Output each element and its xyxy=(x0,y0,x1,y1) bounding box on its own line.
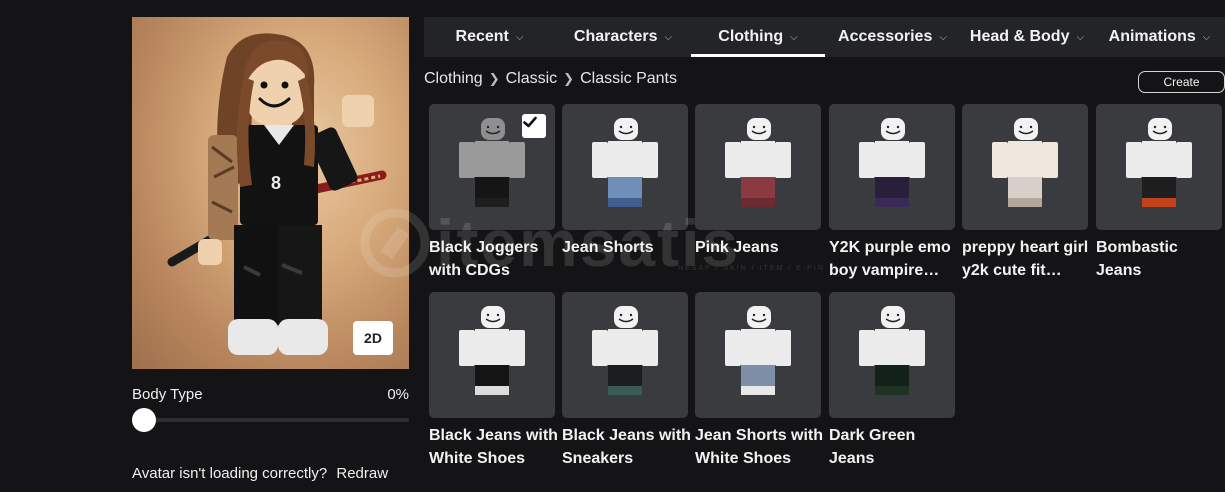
item-avatar-image xyxy=(725,118,791,207)
breadcrumb: Clothing ❯ Classic ❯ Classic Pants xyxy=(424,70,677,88)
item-avatar-image xyxy=(859,306,925,395)
item-card[interactable]: Y2K purple emo boy vampire… xyxy=(829,104,955,282)
redraw-row: Avatar isn't loading correctly? Redraw xyxy=(132,465,388,482)
tab-label: Animations xyxy=(1108,28,1196,45)
item-name[interactable]: Black Jeans with White Shoes xyxy=(429,424,559,470)
item-name[interactable]: Black Jeans with Sneakers xyxy=(562,424,692,470)
item-name[interactable]: Black Joggers with CDGs xyxy=(429,236,559,282)
watermark-subtext: HESAP / SKIN / ITEM / E-PIN xyxy=(678,265,825,272)
item-name[interactable]: Y2K purple emo boy vampire… xyxy=(829,236,959,282)
item-avatar-image xyxy=(859,118,925,207)
body-type-slider-track[interactable] xyxy=(140,418,409,422)
item-name[interactable]: Bombastic Jeans xyxy=(1096,236,1225,282)
chevron-down-icon: ⌵ xyxy=(1202,31,1211,43)
item-card[interactable]: Jean Shorts with White Shoes xyxy=(695,292,823,470)
item-card[interactable]: Bombastic Jeans xyxy=(1096,104,1222,282)
item-name[interactable]: Jean Shorts with White Shoes xyxy=(695,424,825,470)
tab-accessories[interactable]: Accessories ⌵ xyxy=(825,17,960,57)
category-tab-bar: Recent ⌵ Characters ⌵ Clothing ⌵ Accessorie… xyxy=(424,17,1225,57)
item-name[interactable]: Pink Jeans xyxy=(695,236,825,259)
tab-label: Characters xyxy=(573,28,658,45)
body-type-value: 0% xyxy=(387,386,409,403)
breadcrumb-item-clothing[interactable]: Clothing xyxy=(424,70,483,88)
avatar-figure: 8 xyxy=(167,33,387,355)
item-card[interactable]: Jean Shorts xyxy=(562,104,688,259)
item-avatar-image xyxy=(592,118,658,207)
item-thumbnail[interactable] xyxy=(1096,104,1222,230)
breadcrumb-item-classic-pants: Classic Pants xyxy=(580,70,677,87)
item-card[interactable]: Dark Green Jeans xyxy=(829,292,955,470)
chevron-down-icon: ⌵ xyxy=(664,31,673,43)
chevron-right-icon: ❯ xyxy=(563,71,575,86)
item-avatar-image xyxy=(725,306,791,395)
tab-label: Recent xyxy=(455,28,509,45)
item-card[interactable]: Pink Jeans xyxy=(695,104,821,259)
item-thumbnail[interactable] xyxy=(829,292,955,418)
item-thumbnail[interactable] xyxy=(962,104,1088,230)
tab-label: Head & Body xyxy=(969,28,1070,45)
item-name[interactable]: Dark Green Jeans xyxy=(829,424,959,470)
item-card[interactable]: Black Joggers with CDGs xyxy=(429,104,555,282)
avatar-preview[interactable]: 8 2D xyxy=(132,17,409,369)
chevron-down-icon: ⌵ xyxy=(515,31,524,43)
body-type-slider-thumb[interactable] xyxy=(132,408,156,432)
chevron-down-icon: ⌵ xyxy=(1076,31,1085,43)
create-button[interactable]: Create xyxy=(1138,71,1225,93)
tab-label: Accessories xyxy=(838,28,933,45)
redraw-message: Avatar isn't loading correctly? xyxy=(132,465,328,482)
item-avatar-image xyxy=(592,306,658,395)
item-avatar-image xyxy=(992,118,1058,207)
item-avatar-image xyxy=(459,306,525,395)
item-card[interactable]: Black Jeans with White Shoes xyxy=(429,292,558,470)
tab-characters[interactable]: Characters ⌵ xyxy=(555,17,691,57)
item-thumbnail[interactable] xyxy=(695,104,821,230)
tab-recent[interactable]: Recent ⌵ xyxy=(424,17,555,57)
item-thumbnail[interactable] xyxy=(562,104,688,230)
item-thumbnail[interactable] xyxy=(562,292,688,418)
item-avatar-image xyxy=(1126,118,1192,207)
tab-label: Clothing xyxy=(718,28,784,45)
tab-animations[interactable]: Animations ⌵ xyxy=(1094,17,1225,57)
tab-head-body[interactable]: Head & Body ⌵ xyxy=(960,17,1094,57)
item-card[interactable]: Black Jeans with Sneakers xyxy=(562,292,691,470)
item-thumbnail[interactable] xyxy=(829,104,955,230)
item-name[interactable]: preppy heart girl y2k cute fit… xyxy=(962,236,1092,282)
body-type-label: Body Type xyxy=(132,386,203,403)
selected-check-icon[interactable] xyxy=(522,114,546,138)
item-card[interactable]: preppy heart girl y2k cute fit… xyxy=(962,104,1088,282)
redraw-link[interactable]: Redraw xyxy=(336,465,388,482)
tab-clothing[interactable]: Clothing ⌵ xyxy=(691,17,825,57)
body-type-row: Body Type 0% xyxy=(132,386,409,403)
chevron-down-icon: ⌵ xyxy=(790,31,798,43)
item-thumbnail[interactable] xyxy=(429,104,555,230)
chevron-right-icon: ❯ xyxy=(488,71,500,86)
svg-text:8: 8 xyxy=(271,173,281,193)
breadcrumb-item-classic[interactable]: Classic xyxy=(506,70,558,88)
item-thumbnail[interactable] xyxy=(429,292,555,418)
item-thumbnail[interactable] xyxy=(695,292,821,418)
item-name[interactable]: Jean Shorts xyxy=(562,236,692,259)
view-2d-toggle-button[interactable]: 2D xyxy=(353,321,393,355)
chevron-down-icon: ⌵ xyxy=(939,31,947,43)
